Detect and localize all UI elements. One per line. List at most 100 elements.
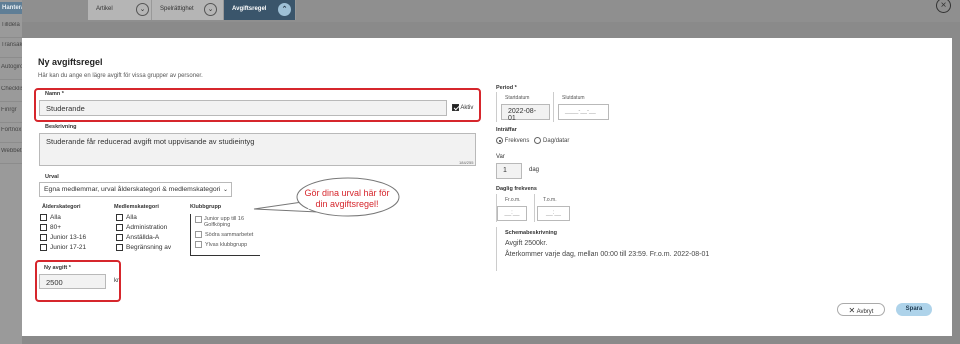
occurs-label: Inträffar — [496, 127, 517, 133]
checkbox[interactable] — [116, 234, 123, 241]
checkbox[interactable] — [116, 214, 123, 221]
option-label: Alla — [126, 214, 137, 222]
character-counter: 184/255 — [459, 160, 474, 165]
save-button[interactable]: Spara — [896, 303, 932, 316]
checkbox[interactable] — [40, 244, 47, 251]
checkbox[interactable] — [195, 241, 202, 248]
checkbox[interactable] — [40, 214, 47, 221]
description-input[interactable]: Studerande får reducerad avgift mot uppv… — [39, 133, 476, 166]
member-option[interactable]: Administration — [116, 224, 171, 234]
tab-label: Avgiftsregel — [232, 6, 267, 12]
description-text: Studerande får reducerad avgift mot uppv… — [46, 137, 255, 146]
sidebar-item[interactable]: Webbet — [0, 148, 22, 164]
to-time-group: T.o.m. __:__ — [534, 194, 570, 222]
schedule-description: Schemabeskrivning Avgift 2500kr. Återkom… — [496, 227, 740, 271]
age-option[interactable]: 80+ — [40, 224, 86, 234]
description-label: Beskrivning — [45, 124, 77, 130]
sidebar-item[interactable]: Transakt — [0, 42, 22, 58]
chevron-down-icon[interactable]: ⌄ — [136, 3, 149, 16]
to-time-label: T.o.m. — [543, 197, 557, 203]
option-label: Administration — [126, 224, 168, 232]
background-tab-bar: Artikel ⌄ Spelrättighet ⌄ Avgiftsregel ⌃ — [22, 0, 960, 22]
selection-label: Urval — [45, 174, 59, 180]
to-time-input[interactable]: __:__ — [537, 206, 570, 221]
checkbox[interactable] — [116, 224, 123, 231]
schedule-line-1: Avgift 2500kr. — [505, 240, 548, 247]
checkbox[interactable] — [40, 224, 47, 231]
active-checkbox[interactable] — [452, 104, 459, 111]
frequency-label: Frekvens — [504, 138, 530, 145]
from-time-label: Fr.o.m. — [505, 197, 521, 203]
dialog-title: Ny avgiftsregel — [38, 57, 103, 67]
sidebar-item[interactable]: Checklis — [0, 86, 22, 102]
selection-value: Egna medlemmar, urval ålderskategori & m… — [44, 186, 221, 193]
occurs-options: Frekvens Dag/datar — [496, 137, 569, 144]
member-category-list: Alla Administration Anställda-A Begränsn… — [116, 214, 171, 256]
cancel-label: Avbryt — [856, 309, 874, 315]
club-group-label: Klubbgrupp — [190, 204, 222, 210]
daily-frequency-label: Daglig frekvens — [496, 186, 537, 192]
tab-label: Artikel — [96, 6, 113, 12]
end-date-group: Slutdatum ____-__-__ — [553, 92, 609, 122]
checkbox[interactable] — [195, 216, 202, 223]
tab-label: Spelrättighet — [160, 6, 194, 12]
age-category-label: Ålderskategori — [42, 204, 81, 210]
tab-avgiftsregel[interactable]: Avgiftsregel ⌃ — [224, 0, 296, 20]
age-option[interactable]: Alla — [40, 214, 86, 224]
start-date-input[interactable]: 2022-08-01 — [501, 104, 550, 122]
new-fee-label: Ny avgift * — [44, 265, 71, 271]
day-date-radio[interactable] — [534, 137, 542, 144]
period-label: Period * — [496, 85, 517, 91]
checkbox[interactable] — [195, 231, 202, 238]
every-input[interactable]: 1 — [496, 163, 522, 179]
sidebar-item[interactable]: Autogiro — [0, 64, 22, 80]
member-option[interactable]: Anställda-A — [116, 234, 171, 244]
option-label: Begränsning av — [126, 244, 172, 252]
option-label: Ylvas klubbgrupp — [205, 241, 248, 248]
sidebar-item[interactable]: Fortnox — [0, 127, 22, 143]
active-toggle[interactable]: Aktiv — [452, 104, 473, 111]
day-date-label: Dag/datar — [543, 138, 570, 145]
option-label: Alla — [50, 214, 61, 222]
member-option[interactable]: Begränsning av — [116, 244, 171, 254]
member-category-label: Medlemskategori — [114, 204, 159, 210]
club-option[interactable]: Södra sammarbetet — [195, 231, 260, 241]
close-icon: ✕ — [848, 306, 856, 315]
end-date-label: Slutdatum — [562, 95, 585, 101]
club-option[interactable]: Ylvas klubbgrupp — [195, 241, 260, 251]
chevron-down-icon[interactable]: ⌄ — [204, 3, 217, 16]
member-option[interactable]: Alla — [116, 214, 171, 224]
active-label: Aktiv — [460, 105, 474, 112]
start-date-group: Startdatum 2022-08-01 — [496, 92, 550, 122]
new-fee-input[interactable]: 2500 — [39, 274, 106, 289]
end-date-input[interactable]: ____-__-__ — [558, 104, 609, 120]
from-time-group: Fr.o.m. __:__ — [496, 194, 530, 222]
start-date-label: Startdatum — [505, 95, 530, 101]
dialog-subtitle: Här kan du ange en lägre avgift för viss… — [38, 73, 203, 79]
currency-unit: kr — [114, 278, 119, 284]
option-label: Södra sammarbetet — [205, 231, 254, 238]
age-option[interactable]: Junior 17-21 — [40, 244, 86, 254]
tab-artikel[interactable]: Artikel ⌄ — [88, 0, 152, 20]
from-time-input[interactable]: __:__ — [497, 206, 527, 221]
sidebar-item[interactable]: Finrgr — [0, 107, 22, 123]
option-label: 80+ — [50, 224, 62, 232]
sidebar-item[interactable]: Tilldela — [0, 22, 22, 38]
new-fee-rule-dialog: Ny avgiftsregel Här kan du ange en lägre… — [22, 38, 952, 336]
background-sidebar: Hantera artikel Tilldela Transakt Autogi… — [0, 0, 52, 344]
every-label: Var — [496, 154, 505, 160]
age-option[interactable]: Junior 13-16 — [40, 234, 86, 244]
name-label: Namn * — [45, 91, 64, 97]
frequency-radio[interactable] — [496, 137, 503, 144]
option-label: Anställda-A — [126, 234, 160, 242]
checkbox[interactable] — [40, 234, 47, 241]
checkbox[interactable] — [116, 244, 123, 251]
cancel-button[interactable]: ✕ Avbryt — [837, 303, 885, 316]
name-input[interactable]: Studerande — [39, 100, 447, 116]
tab-spelrattighet[interactable]: Spelrättighet ⌄ — [152, 0, 224, 20]
schedule-label: Schemabeskrivning — [505, 230, 557, 236]
chevron-up-icon[interactable]: ⌃ — [278, 3, 291, 16]
option-label: Junior 17-21 — [50, 244, 87, 252]
selection-dropdown[interactable]: Egna medlemmar, urval ålderskategori & m… — [39, 182, 232, 197]
age-category-list: Alla 80+ Junior 13-16 Junior 17-21 — [40, 214, 86, 254]
